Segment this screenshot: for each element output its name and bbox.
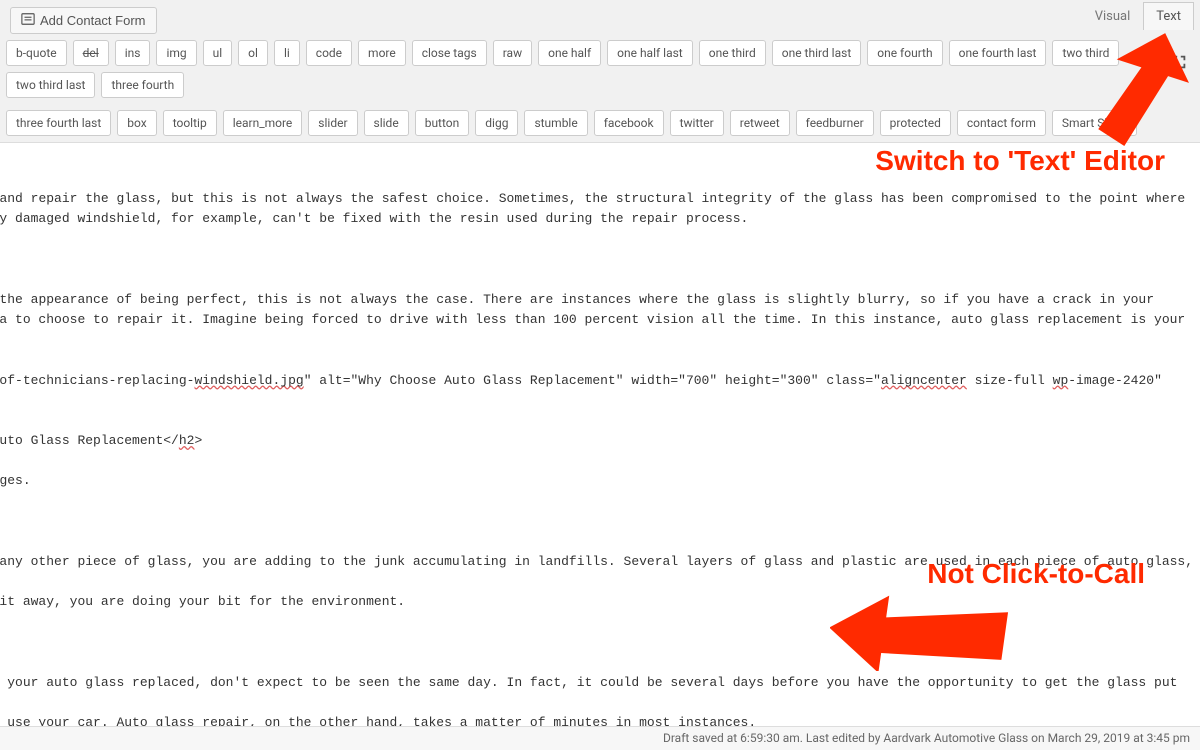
editor-mode-tabs: Visual Text	[1082, 2, 1194, 30]
qt-ol[interactable]: ol	[238, 40, 268, 66]
qt-one-half[interactable]: one half	[538, 40, 601, 66]
qt-stumble[interactable]: stumble	[524, 110, 587, 136]
qt-digg[interactable]: digg	[475, 110, 518, 136]
qt-learn_more[interactable]: learn_more	[223, 110, 303, 136]
qt-protected[interactable]: protected	[880, 110, 951, 136]
qt-li[interactable]: li	[274, 40, 300, 66]
quicktags-toolbar: b-quotedelinsimgulollicodemoreclose tags…	[0, 36, 1200, 143]
qt-del[interactable]: del	[73, 40, 109, 66]
qt-Smart-Slider[interactable]: Smart Slider	[1052, 110, 1138, 136]
status-text: Draft saved at 6:59:30 am. Last edited b…	[663, 731, 1190, 745]
qt-three-fourth[interactable]: three fourth	[101, 72, 184, 98]
qt-two-third-last[interactable]: two third last	[6, 72, 95, 98]
tab-visual[interactable]: Visual	[1082, 2, 1144, 30]
add-contact-form-button[interactable]: Add Contact Form	[10, 7, 157, 34]
qt-ins[interactable]: ins	[115, 40, 151, 66]
editor-topbar: Add Contact Form Visual Text	[0, 0, 1200, 36]
qt-contact-form[interactable]: contact form	[957, 110, 1046, 136]
qt-ul[interactable]: ul	[203, 40, 233, 66]
qt-three-fourth-last[interactable]: three fourth last	[6, 110, 111, 136]
qt-slider[interactable]: slider	[308, 110, 357, 136]
qt-b-quote[interactable]: b-quote	[6, 40, 67, 66]
qt-box[interactable]: box	[117, 110, 156, 136]
qt-img[interactable]: img	[156, 40, 196, 66]
qt-code[interactable]: code	[306, 40, 352, 66]
distraction-free-icon[interactable]	[1170, 53, 1188, 71]
qt-facebook[interactable]: facebook	[594, 110, 664, 136]
qt-tooltip[interactable]: tooltip	[163, 110, 217, 136]
add-contact-form-label: Add Contact Form	[40, 13, 146, 28]
qt-button[interactable]: button	[415, 110, 470, 136]
status-bar: Draft saved at 6:59:30 am. Last edited b…	[0, 726, 1200, 750]
qt-one-fourth-last[interactable]: one fourth last	[949, 40, 1047, 66]
qt-twitter[interactable]: twitter	[670, 110, 724, 136]
qt-one-fourth[interactable]: one fourth	[867, 40, 942, 66]
form-icon	[21, 12, 35, 29]
qt-one-half-last[interactable]: one half last	[607, 40, 693, 66]
qt-one-third[interactable]: one third	[699, 40, 766, 66]
qt-retweet[interactable]: retweet	[730, 110, 790, 136]
qt-more[interactable]: more	[358, 40, 406, 66]
text-editor-area[interactable]: age reasons, an. take the cheap option a…	[0, 143, 1200, 750]
qt-slide[interactable]: slide	[364, 110, 409, 136]
qt-one-third-last[interactable]: one third last	[772, 40, 862, 66]
qt-raw[interactable]: raw	[493, 40, 532, 66]
qt-two-third[interactable]: two third	[1052, 40, 1119, 66]
editor-content[interactable]: age reasons, an. take the cheap option a…	[0, 143, 1200, 750]
qt-close-tags[interactable]: close tags	[412, 40, 487, 66]
tab-text[interactable]: Text	[1143, 2, 1194, 30]
qt-feedburner[interactable]: feedburner	[796, 110, 874, 136]
